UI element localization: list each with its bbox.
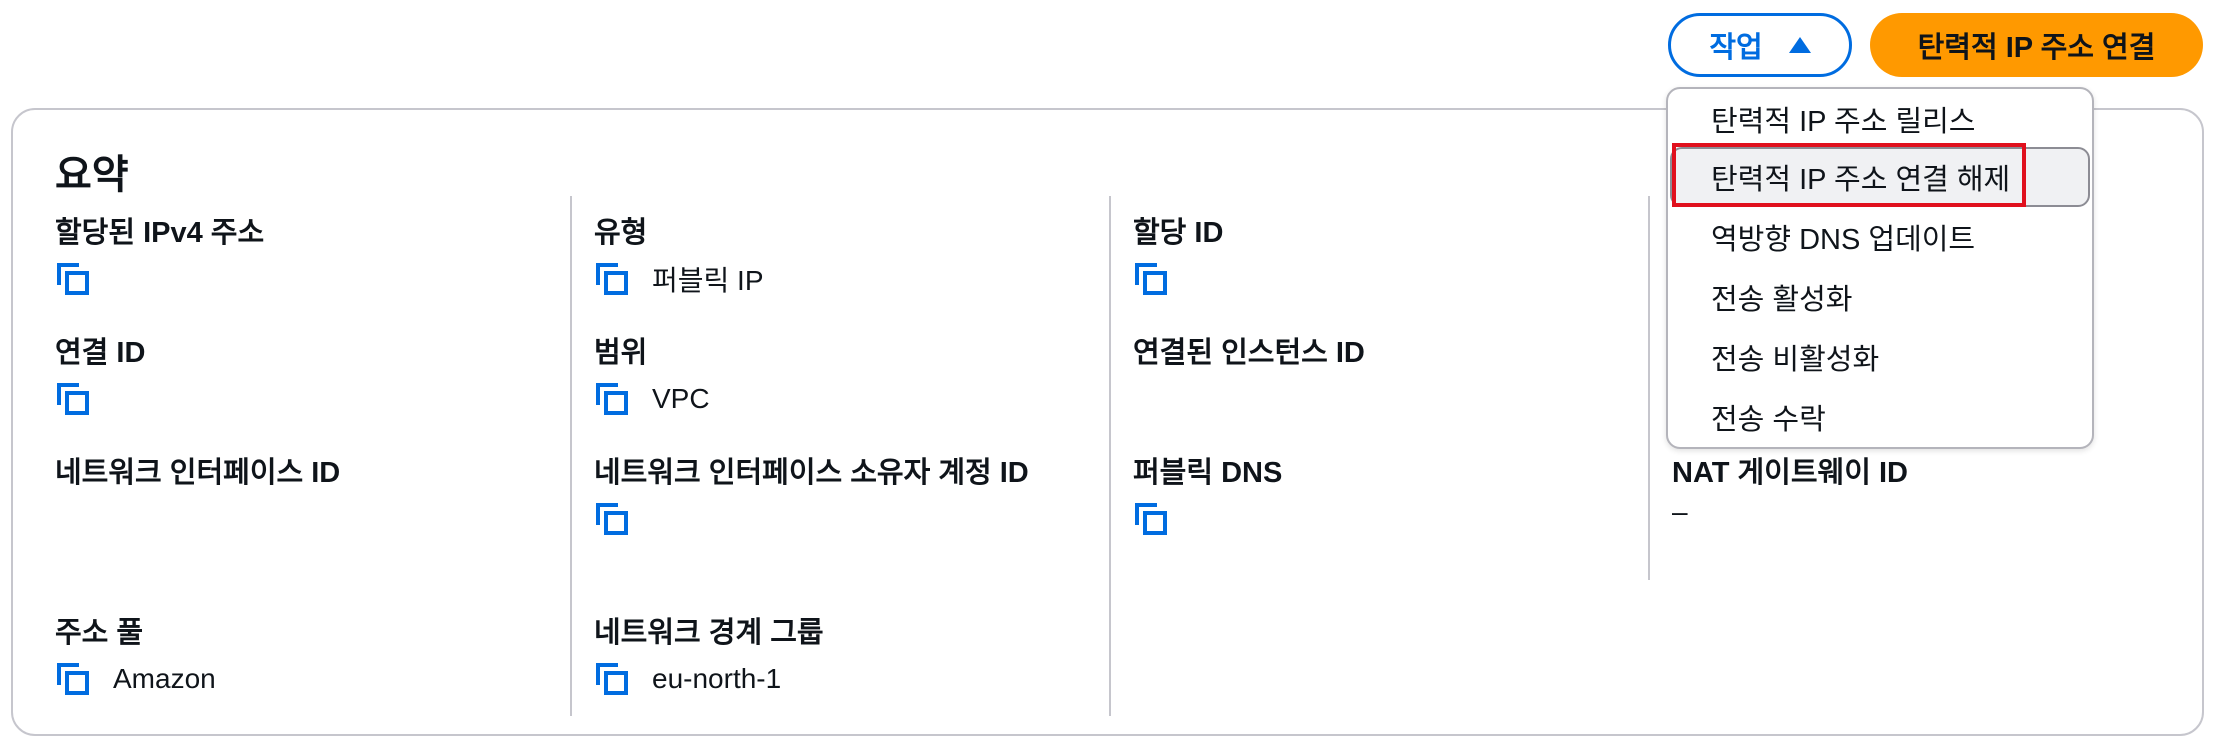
menu-item-release-elastic-ip[interactable]: 탄력적 IP 주소 릴리스 [1668,89,2092,149]
field-value: VPC [652,383,710,414]
menu-item-accept-transfer[interactable]: 전송 수락 [1668,387,2092,447]
field-association-id: 연결 ID [55,336,145,418]
field-label: 할당된 IPv4 주소 [55,217,265,249]
column-divider [570,196,572,716]
menu-item-label: 전송 비활성화 [1711,344,1880,376]
copy-icon[interactable] [594,501,630,537]
menu-item-label: 탄력적 IP 주소 릴리스 [1711,106,1976,138]
field-type: 유형 퍼블릭 IP [594,216,764,298]
menu-item-label: 전송 수락 [1711,404,1826,436]
actions-menu: 탄력적 IP 주소 릴리스 탄력적 IP 주소 연결 해제 역방향 DNS 업데… [1666,87,2094,449]
field-value: eu-north-1 [652,663,782,694]
field-allocated-ipv4: 할당된 IPv4 주소 [55,216,264,298]
field-value: – [1672,496,1688,527]
copy-icon[interactable] [594,261,630,297]
field-label: NAT 게이트웨이 ID [1672,457,1908,489]
field-label: 할당 ID [1133,217,1224,249]
menu-item-update-reverse-dns[interactable]: 역방향 DNS 업데이트 [1668,207,2092,267]
field-value: 퍼블릭 IP [652,265,764,296]
field-public-dns: 퍼블릭 DNS [1133,456,1282,538]
field-label: 네트워크 인터페이스 ID [55,457,341,489]
summary-title: 요약 [55,153,129,197]
menu-item-label: 탄력적 IP 주소 연결 해제 [1711,164,2011,196]
field-allocation-id: 할당 ID [1133,216,1223,298]
field-label: 연결 ID [55,337,146,369]
field-network-interface-id: 네트워크 인터페이스 ID [55,456,340,490]
copy-icon[interactable] [55,261,91,297]
associate-elastic-ip-button[interactable]: 탄력적 IP 주소 연결 [1870,13,2203,77]
associate-elastic-ip-label: 탄력적 IP 주소 연결 [1917,32,2156,64]
actions-button-label: 작업 [1709,32,1763,64]
copy-icon[interactable] [594,381,630,417]
menu-item-disassociate-elastic-ip[interactable]: 탄력적 IP 주소 연결 해제 [1670,147,2090,207]
copy-icon[interactable] [1133,501,1169,537]
copy-icon[interactable] [1133,261,1169,297]
copy-icon[interactable] [55,381,91,417]
field-nat-gateway-id: NAT 게이트웨이 ID – [1672,456,1908,528]
field-value: Amazon [113,663,216,694]
field-label: 범위 [594,337,648,369]
menu-item-label: 역방향 DNS 업데이트 [1711,224,1976,256]
field-label: 연결된 인스턴스 ID [1133,337,1365,369]
field-label: 네트워크 인터페이스 소유자 계정 ID [594,457,1029,489]
copy-icon[interactable] [594,661,630,697]
field-scope: 범위 VPC [594,336,710,418]
column-divider [1109,196,1111,716]
field-network-border-group: 네트워크 경계 그룹 eu-north-1 [594,616,824,698]
actions-dropdown-button[interactable]: 작업 [1668,13,1852,77]
field-associated-instance-id: 연결된 인스턴스 ID [1133,336,1365,370]
field-network-interface-owner-id: 네트워크 인터페이스 소유자 계정 ID [594,456,1029,538]
field-label: 퍼블릭 DNS [1133,457,1283,489]
field-label: 유형 [594,217,648,249]
menu-item-label: 전송 활성화 [1711,284,1853,316]
field-label: 네트워크 경계 그룹 [594,617,824,649]
copy-icon[interactable] [55,661,91,697]
menu-item-enable-transfer[interactable]: 전송 활성화 [1668,267,2092,327]
menu-item-disable-transfer[interactable]: 전송 비활성화 [1668,327,2092,387]
caret-up-icon [1788,37,1811,53]
column-divider [1648,196,1650,580]
field-label: 주소 풀 [55,617,144,649]
field-address-pool: 주소 풀 Amazon [55,616,216,698]
